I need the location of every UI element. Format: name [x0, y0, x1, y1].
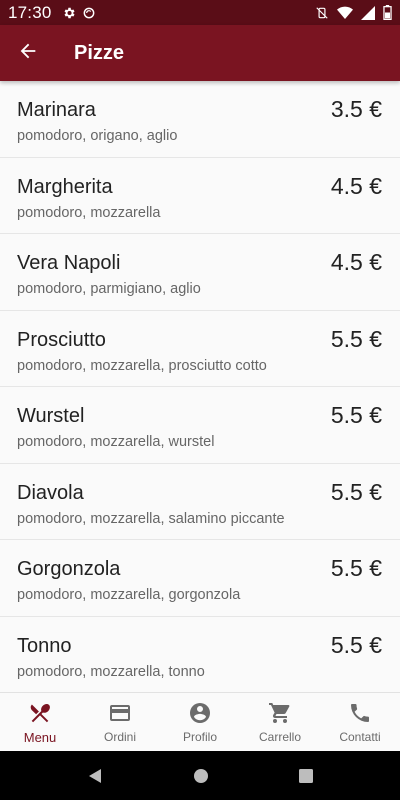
item-name: Diavola: [17, 481, 84, 504]
list-item[interactable]: Marinara pomodoro, origano, aglio 3.5 €: [0, 81, 400, 158]
item-description: pomodoro, mozzarella, gorgonzola: [17, 587, 241, 603]
nav-label: Profilo: [182, 730, 217, 744]
cart-icon: [268, 700, 292, 726]
list-item[interactable]: Diavola pomodoro, mozzarella, salamino p…: [0, 464, 400, 540]
settings-icon: [62, 6, 76, 20]
account-circle-icon: [188, 700, 212, 726]
signal-icon: [361, 5, 375, 20]
list-item[interactable]: Gorgonzola pomodoro, mozzarella, gorgonz…: [0, 540, 400, 617]
cutlery-icon: [28, 700, 52, 726]
nav-item-ordini[interactable]: Ordini: [80, 693, 160, 751]
arrow-back-icon: [17, 40, 39, 67]
item-description: pomodoro, mozzarella, wurstel: [17, 434, 215, 450]
status-bar: 17:30: [0, 0, 400, 25]
item-description: pomodoro, parmigiano, aglio: [17, 281, 201, 297]
status-right-icons: [315, 5, 392, 20]
item-price: 4.5 €: [330, 172, 382, 199]
wifi-icon: [337, 6, 353, 20]
nav-item-menu[interactable]: Menu: [0, 693, 80, 751]
item-price: 5.5 €: [330, 402, 382, 428]
item-description: pomodoro, mozzarella, tonno: [17, 663, 205, 680]
nav-item-contatti[interactable]: Contatti: [320, 693, 400, 751]
app-bar: Pizze: [0, 25, 400, 81]
nav-item-carrello[interactable]: Carrello: [240, 693, 320, 751]
item-price: 5.5 €: [330, 478, 382, 505]
list-item[interactable]: Margherita pomodoro, mozzarella 4.5 €: [0, 158, 400, 234]
vibrate-off-icon: [315, 6, 329, 20]
back-button[interactable]: [0, 25, 56, 81]
pizza-list: Marinara pomodoro, origano, aglio 3.5 € …: [0, 81, 400, 692]
item-name: Vera Napoli: [17, 252, 121, 274]
item-name: Wurstel: [17, 405, 85, 427]
page-title: Pizze: [74, 41, 125, 64]
credit-card-icon: [108, 700, 132, 726]
item-name: Tonno: [17, 634, 72, 657]
nav-label: Contatti: [339, 730, 381, 744]
back-triangle-icon[interactable]: [87, 768, 103, 784]
sync-icon: [82, 6, 96, 20]
item-price: 5.5 €: [330, 631, 382, 658]
phone-icon: [348, 700, 372, 726]
item-name: Gorgonzola: [17, 558, 121, 580]
item-description: pomodoro, mozzarella, prosciutto cotto: [17, 357, 267, 374]
battery-icon: [383, 5, 392, 20]
item-description: pomodoro, mozzarella: [17, 204, 161, 221]
list-item[interactable]: Tonno pomodoro, mozzarella, tonno 5.5 €: [0, 617, 400, 693]
item-price: 3.5 €: [330, 96, 382, 122]
system-nav-bar: [0, 751, 400, 800]
item-description: pomodoro, origano, aglio: [17, 128, 178, 144]
list-item[interactable]: Prosciutto pomodoro, mozzarella, prosciu…: [0, 311, 400, 387]
item-price: 4.5 €: [330, 249, 382, 275]
item-price: 5.5 €: [330, 555, 382, 581]
nav-label: Ordini: [103, 730, 136, 744]
item-name: Prosciutto: [17, 328, 106, 351]
item-name: Margherita: [17, 175, 113, 198]
nav-item-profilo[interactable]: Profilo: [160, 693, 240, 751]
status-left-icons: [62, 6, 96, 20]
status-time: 17:30: [8, 2, 52, 22]
item-description: pomodoro, mozzarella, salamino piccante: [17, 510, 285, 527]
item-price: 5.5 €: [330, 325, 382, 352]
list-item[interactable]: Wurstel pomodoro, mozzarella, wurstel 5.…: [0, 387, 400, 464]
nav-label: Menu: [23, 729, 57, 745]
list-item[interactable]: Vera Napoli pomodoro, parmigiano, aglio …: [0, 234, 400, 311]
home-circle-icon[interactable]: [193, 768, 209, 784]
bottom-nav: Menu Ordini Profilo Carrello Contatti: [0, 692, 400, 751]
item-name: Marinara: [17, 99, 96, 121]
recents-square-icon[interactable]: [299, 768, 313, 783]
nav-label: Carrello: [258, 730, 301, 744]
